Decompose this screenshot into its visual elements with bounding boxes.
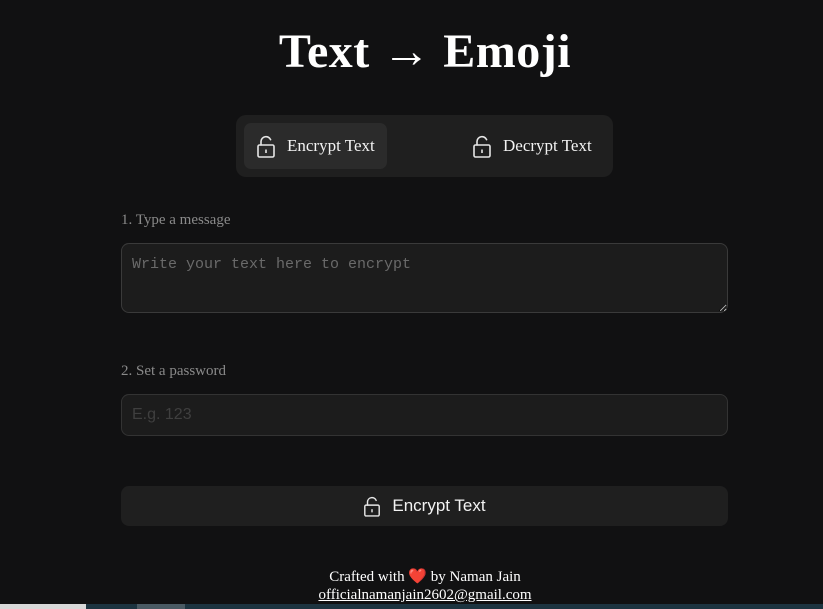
encrypt-submit-button[interactable]: Encrypt Text: [121, 486, 728, 526]
decrypt-mode-button[interactable]: Decrypt Text: [462, 123, 605, 169]
footer-crafted-suffix: by Naman Jain: [430, 569, 521, 585]
taskbar-strip: [0, 604, 823, 609]
password-label: 2. Set a password: [121, 363, 226, 379]
heart-icon: ❤️: [408, 569, 428, 585]
mode-switch: Encrypt Text Decrypt Text: [236, 115, 613, 177]
encrypt-mode-label: Encrypt Text: [287, 136, 375, 155]
unlock-icon: [364, 496, 381, 517]
footer-credit: Crafted with ❤️ by Naman Jain: [0, 568, 823, 586]
encrypt-mode-button[interactable]: Encrypt Text: [244, 123, 387, 169]
password-input[interactable]: [121, 394, 728, 436]
decrypt-mode-label: Decrypt Text: [503, 136, 592, 155]
footer-email-link[interactable]: officialnamanjain2602@gmail.com: [318, 587, 531, 603]
message-label: 1. Type a message: [121, 212, 231, 228]
message-input[interactable]: [121, 243, 728, 313]
page-title: Text → Emoji: [278, 25, 572, 78]
taskbar-segment: [0, 604, 86, 609]
unlock-icon: [473, 135, 491, 158]
unlock-icon: [257, 135, 275, 158]
footer-crafted-prefix: Crafted with: [329, 569, 405, 585]
footer: Crafted with ❤️ by Naman Jain officialna…: [0, 568, 823, 604]
encrypt-submit-label: Encrypt Text: [392, 496, 486, 515]
taskbar-segment: [137, 604, 185, 609]
